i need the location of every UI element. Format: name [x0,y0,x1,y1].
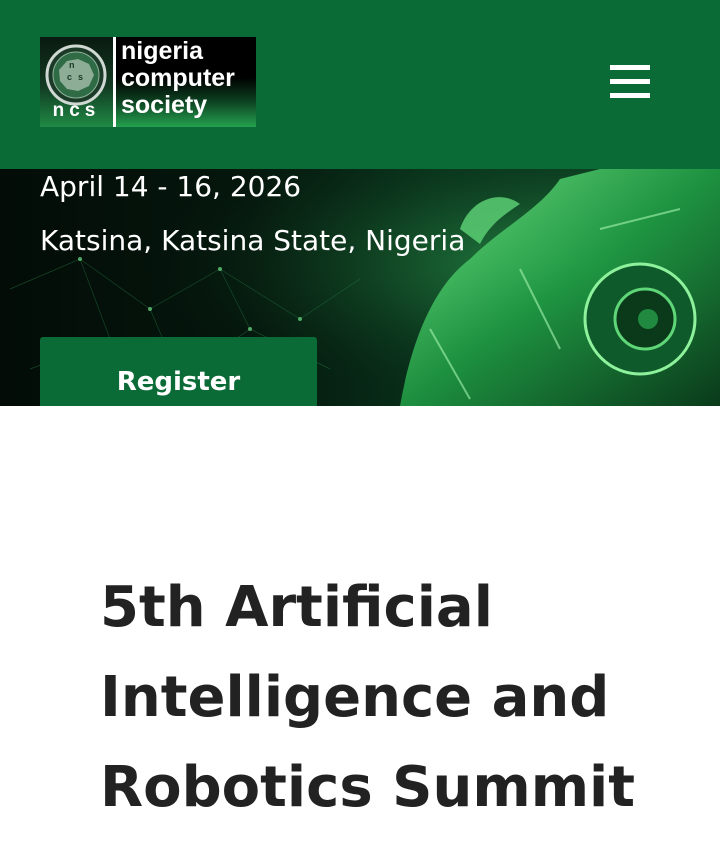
menu-bar-top [610,65,650,70]
logo-line-3: society [121,91,208,119]
menu-bar-middle [610,79,650,84]
logo-badge-text: ncs [52,100,101,121]
ncs-emblem: n c s ncs [40,37,113,127]
logo-line-1: nigeria [121,37,203,65]
svg-text:c: c [67,72,72,82]
logo-line-2: computer [121,64,235,92]
hamburger-menu-icon[interactable] [604,62,656,102]
svg-text:n: n [69,60,75,70]
hero-banner: April 14 - 16, 2026 Katsina, Katsina Sta… [0,169,720,406]
logo-wordmark: nigeria computer society [116,37,256,127]
menu-bar-bottom [610,93,650,98]
ncs-logo[interactable]: n c s ncs nigeria computer society [40,37,256,127]
register-button[interactable]: Register [40,337,317,406]
svg-text:s: s [78,72,83,82]
page-title: 5th Artificial Intelligence and Robotics… [100,575,636,820]
nigeria-map-icon: n c s [45,44,107,106]
site-header: n c s ncs nigeria computer society [0,0,720,169]
event-date: April 14 - 16, 2026 [40,170,302,203]
event-location: Katsina, Katsina State, Nigeria [40,224,466,257]
